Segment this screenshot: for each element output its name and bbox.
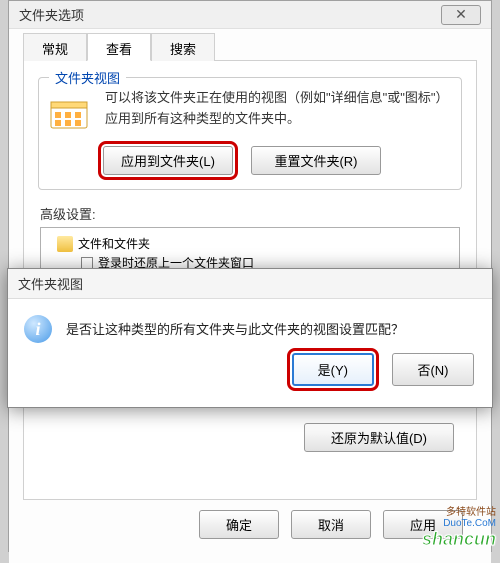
brand-shancun: shancun [422,529,496,550]
tab-general[interactable]: 常规 [23,33,87,61]
yes-button[interactable]: 是(Y) [292,353,374,386]
advanced-settings-label: 高级设置: [40,204,460,223]
confirm-dialog: 文件夹视图 i 是否让这种类型的所有文件夹与此文件夹的视图设置匹配？ 是(Y) … [7,268,493,408]
ok-button[interactable]: 确定 [199,510,279,539]
folder-view-icon [47,92,91,136]
folder-icon [57,236,73,252]
checkbox[interactable] [81,257,93,269]
confirm-message: 是否让这种类型的所有文件夹与此文件夹的视图设置匹配？ [66,315,404,338]
folder-view-group: 文件夹视图 可以将该文件夹正在使用的视图（例如"详细信息"或"图标"）应用到所有… [38,77,462,190]
cancel-button[interactable]: 取消 [291,510,371,539]
branding: 多特软件站 DuoTe.CoM shancun [422,503,496,550]
tree-item-files-folders[interactable]: 文件和文件夹 [47,234,453,253]
info-icon: i [24,315,52,343]
close-button[interactable]: ✕ [441,5,481,25]
tree-label: 文件和文件夹 [78,235,150,252]
folder-view-group-title: 文件夹视图 [49,68,126,87]
title-bar: 文件夹选项 ✕ [9,1,491,29]
brand-cn: 多特软件站 [422,503,496,518]
folder-view-description: 可以将该文件夹正在使用的视图（例如"详细信息"或"图标"）应用到所有这种类型的文… [105,88,453,130]
folder-view-row: 可以将该文件夹正在使用的视图（例如"详细信息"或"图标"）应用到所有这种类型的文… [47,88,453,136]
no-button[interactable]: 否(N) [392,353,474,386]
folder-view-buttons: 应用到文件夹(L) 重置文件夹(R) [47,146,453,175]
tab-strip: 常规 查看 搜索 [23,33,477,61]
confirm-title: 文件夹视图 [8,269,492,299]
confirm-buttons: 是(Y) 否(N) [8,353,492,394]
tab-view[interactable]: 查看 [87,33,151,61]
reset-folders-button[interactable]: 重置文件夹(R) [251,146,381,175]
tab-search[interactable]: 搜索 [151,33,215,61]
confirm-body: i 是否让这种类型的所有文件夹与此文件夹的视图设置匹配？ [8,299,492,353]
restore-defaults-button[interactable]: 还原为默认值(D) [304,423,454,452]
dialog-buttons: 确定 取消 应用 [23,500,477,549]
window-title: 文件夹选项 [19,5,84,24]
brand-domain: DuoTe.CoM [422,518,496,529]
apply-to-folders-button[interactable]: 应用到文件夹(L) [103,146,233,175]
restore-default-row: 还原为默认值(D) [32,415,468,460]
